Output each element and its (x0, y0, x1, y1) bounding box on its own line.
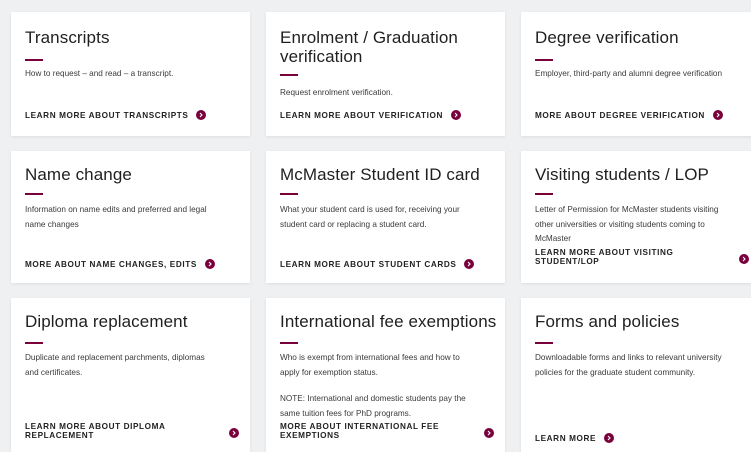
card-description: How to request – and read – a transcript… (25, 67, 240, 82)
arrow-right-icon (712, 110, 723, 120)
more-about-name-changes-link[interactable]: MORE ABOUT NAME CHANGES, EDITS (25, 259, 215, 269)
card-description: Information on name edits and preferred … (25, 203, 243, 232)
description-line: other universities or visiting students … (535, 219, 705, 229)
link-label-line: LEARN MORE ABOUT VISITING (535, 248, 674, 257)
description-line: Information on name edits and preferred … (25, 205, 207, 214)
arrow-right-icon (229, 428, 239, 438)
note-line: NOTE: International and domestic student… (280, 394, 466, 403)
card-name-change: Name change Information on name edits an… (11, 151, 250, 283)
card-description: Who is exempt from international fees an… (280, 351, 500, 380)
title-accent-bar (535, 59, 553, 61)
card-title: Visiting students / LOP (535, 165, 709, 184)
link-label-line: REPLACEMENT (25, 431, 94, 440)
card-description: What your student card is used for, rece… (280, 203, 500, 232)
arrow-right-icon (604, 433, 615, 443)
title-accent-bar (280, 74, 298, 76)
description-line: name changes (25, 219, 79, 229)
learn-more-diploma-link[interactable]: LEARN MORE ABOUT DIPLOMA REPLACEMENT (25, 422, 239, 440)
learn-more-visiting-students-link[interactable]: LEARN MORE ABOUT VISITING STUDENT/LOP (535, 248, 749, 266)
link-label-line: MORE ABOUT INTERNATIONAL FEE (280, 422, 440, 431)
arrow-right-icon (739, 254, 749, 264)
service-card-grid: Transcripts How to request – and read – … (0, 0, 751, 452)
card-student-id: McMaster Student ID card What your stude… (266, 151, 505, 283)
description-line: policies for the graduate student commun… (535, 367, 696, 377)
link-label-line: EXEMPTIONS (280, 431, 340, 440)
title-accent-bar (535, 342, 553, 344)
link-label: MORE ABOUT DEGREE VERIFICATION (535, 110, 705, 120)
card-transcripts: Transcripts How to request – and read – … (11, 12, 250, 136)
card-title: International fee exemptions (280, 312, 497, 331)
title-accent-bar (280, 193, 298, 195)
arrow-right-icon (484, 428, 494, 438)
arrow-right-icon (450, 110, 461, 120)
card-title: Forms and policies (535, 312, 680, 331)
learn-more-forms-link[interactable]: LEARN MORE (535, 433, 615, 443)
card-international-fee-exemptions: International fee exemptions Who is exem… (266, 298, 505, 452)
description-line: What your student card is used for, rece… (280, 205, 460, 214)
card-description: Duplicate and replacement parchments, di… (25, 351, 243, 380)
card-title: Enrolment / Graduation verification (280, 28, 458, 66)
card-title: Diploma replacement (25, 312, 188, 331)
arrow-right-icon (196, 110, 207, 120)
link-label-line: STUDENT/LOP (535, 257, 600, 266)
description-line: How to request – and read – a transcript… (25, 69, 174, 78)
link-label: LEARN MORE (535, 433, 597, 443)
learn-more-verification-link[interactable]: LEARN MORE ABOUT VERIFICATION (280, 110, 461, 120)
title-accent-bar (535, 193, 553, 195)
link-label-line: LEARN MORE ABOUT DIPLOMA (25, 422, 166, 431)
note-line: same tuition fees for PhD programs. (280, 408, 412, 418)
title-accent-bar (25, 59, 43, 61)
arrow-right-icon (204, 259, 215, 269)
description-line: McMaster (535, 234, 571, 243)
title-line: verification (280, 47, 363, 66)
link-label: LEARN MORE ABOUT VISITING STUDENT/LOP (535, 248, 673, 266)
description-line: Duplicate and replacement parchments, di… (25, 353, 205, 362)
card-verification: Enrolment / Graduation verification Requ… (266, 12, 505, 136)
title-accent-bar (25, 193, 43, 195)
card-degree-verification: Degree verification Employer, third-part… (521, 12, 751, 136)
description-line: Letter of Permission for McMaster studen… (535, 205, 719, 214)
card-visiting-students: Visiting students / LOP Letter of Permis… (521, 151, 751, 283)
description-line: and certificates. (25, 367, 83, 377)
card-description: Letter of Permission for McMaster studen… (535, 203, 751, 247)
description-line: Who is exempt from international fees an… (280, 353, 460, 362)
card-forms-policies: Forms and policies Downloadable forms an… (521, 298, 751, 452)
card-description: Employer, third-party and alumni degree … (535, 67, 751, 82)
description-line: Employer, third-party and alumni degree … (535, 69, 723, 78)
card-title: Transcripts (25, 28, 110, 47)
card-title: McMaster Student ID card (280, 165, 480, 184)
link-label: MORE ABOUT NAME CHANGES, EDITS (25, 259, 197, 269)
link-label: LEARN MORE ABOUT STUDENT CARDS (280, 259, 457, 269)
more-about-international-fee-link[interactable]: MORE ABOUT INTERNATIONAL FEE EXEMPTIONS (280, 422, 494, 440)
card-diploma-replacement: Diploma replacement Duplicate and replac… (11, 298, 250, 452)
card-description: Request enrolment verification. (280, 86, 495, 101)
title-line: Enrolment / Graduation (280, 28, 458, 47)
link-label: MORE ABOUT INTERNATIONAL FEE EXEMPTIONS (280, 422, 439, 440)
card-note: NOTE: International and domestic student… (280, 392, 500, 421)
card-description: Downloadable forms and links to relevant… (535, 351, 751, 380)
learn-more-student-cards-link[interactable]: LEARN MORE ABOUT STUDENT CARDS (280, 259, 475, 269)
description-line: Request enrolment verification. (280, 88, 393, 97)
description-line: apply for exemption status. (280, 367, 378, 377)
link-label: LEARN MORE ABOUT VERIFICATION (280, 110, 443, 120)
description-line: Downloadable forms and links to relevant… (535, 353, 722, 362)
title-accent-bar (280, 342, 298, 344)
title-accent-bar (25, 342, 43, 344)
link-label: LEARN MORE ABOUT TRANSCRIPTS (25, 110, 189, 120)
link-label: LEARN MORE ABOUT DIPLOMA REPLACEMENT (25, 422, 166, 440)
description-line: student card or replacing a student card… (280, 219, 427, 229)
card-title: Name change (25, 165, 132, 184)
learn-more-transcripts-link[interactable]: LEARN MORE ABOUT TRANSCRIPTS (25, 110, 207, 120)
arrow-right-icon (464, 259, 475, 269)
more-about-degree-verification-link[interactable]: MORE ABOUT DEGREE VERIFICATION (535, 110, 723, 120)
card-title: Degree verification (535, 28, 679, 47)
